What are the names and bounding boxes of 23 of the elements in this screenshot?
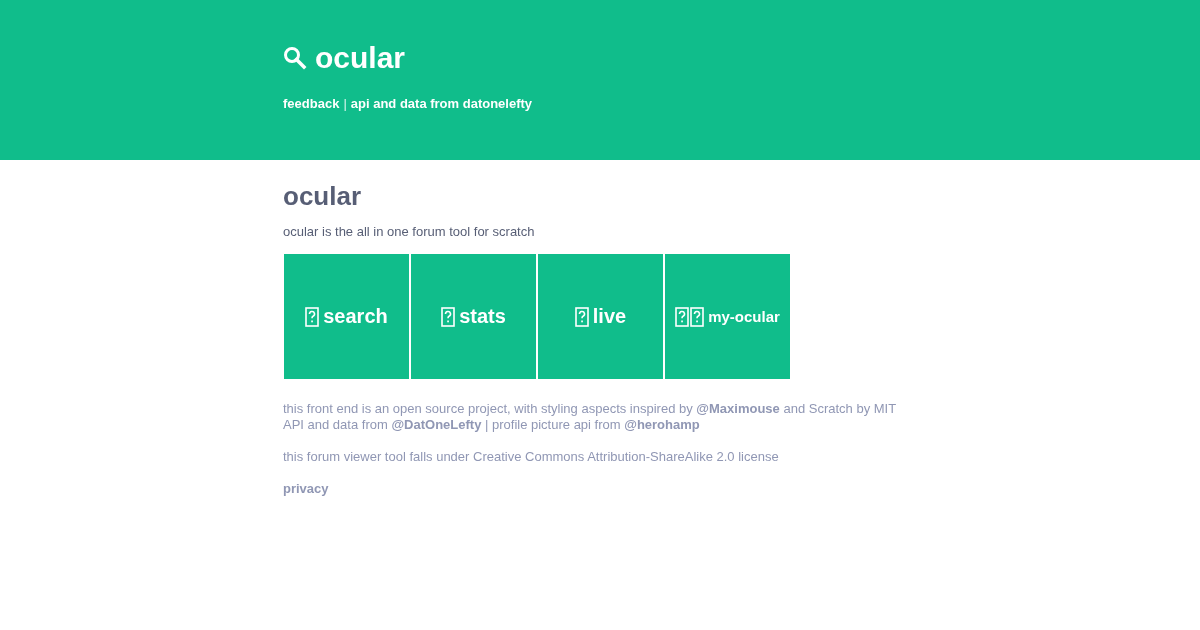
nav-link[interactable]: feedback (283, 96, 340, 111)
profile-link[interactable]: @Maximouse (696, 401, 780, 416)
profile-link[interactable]: @DatOneLefty (391, 417, 482, 432)
separator-text: | (343, 96, 347, 111)
missing-glyph-icon (690, 306, 705, 327)
missing-glyph-icon (305, 306, 320, 327)
nav-tile[interactable]: search (284, 254, 409, 379)
site-title[interactable]: ocular (315, 40, 406, 76)
description-text: ocular is the all in one forum tool for scratch (283, 224, 536, 240)
nav-link[interactable]: api and data from datonelefty (350, 96, 533, 111)
profile-link[interactable]: @herohamp (624, 417, 700, 432)
privacy-link[interactable]: privacy (283, 481, 329, 497)
nav-tile[interactable]: my-ocular (665, 254, 790, 379)
nav-tile[interactable]: stats (411, 254, 536, 379)
missing-glyph-icon (574, 306, 589, 327)
missing-glyph-icon (441, 306, 456, 327)
missing-glyph-icon (675, 306, 690, 327)
page-heading: ocular (283, 180, 363, 212)
license-text: this forum viewer tool falls under Creative Commons Attribution-ShareAlike 2.0 license (283, 449, 780, 465)
credit-line: this front end is an open source project, with styling aspects inspired by @Maximouse and Scratch by MIT (283, 401, 898, 417)
nav-tile[interactable]: live (538, 254, 663, 379)
search-icon (283, 46, 307, 70)
credit-line: API and data from @DatOneLefty | profile picture api from @herohamp (283, 417, 701, 433)
